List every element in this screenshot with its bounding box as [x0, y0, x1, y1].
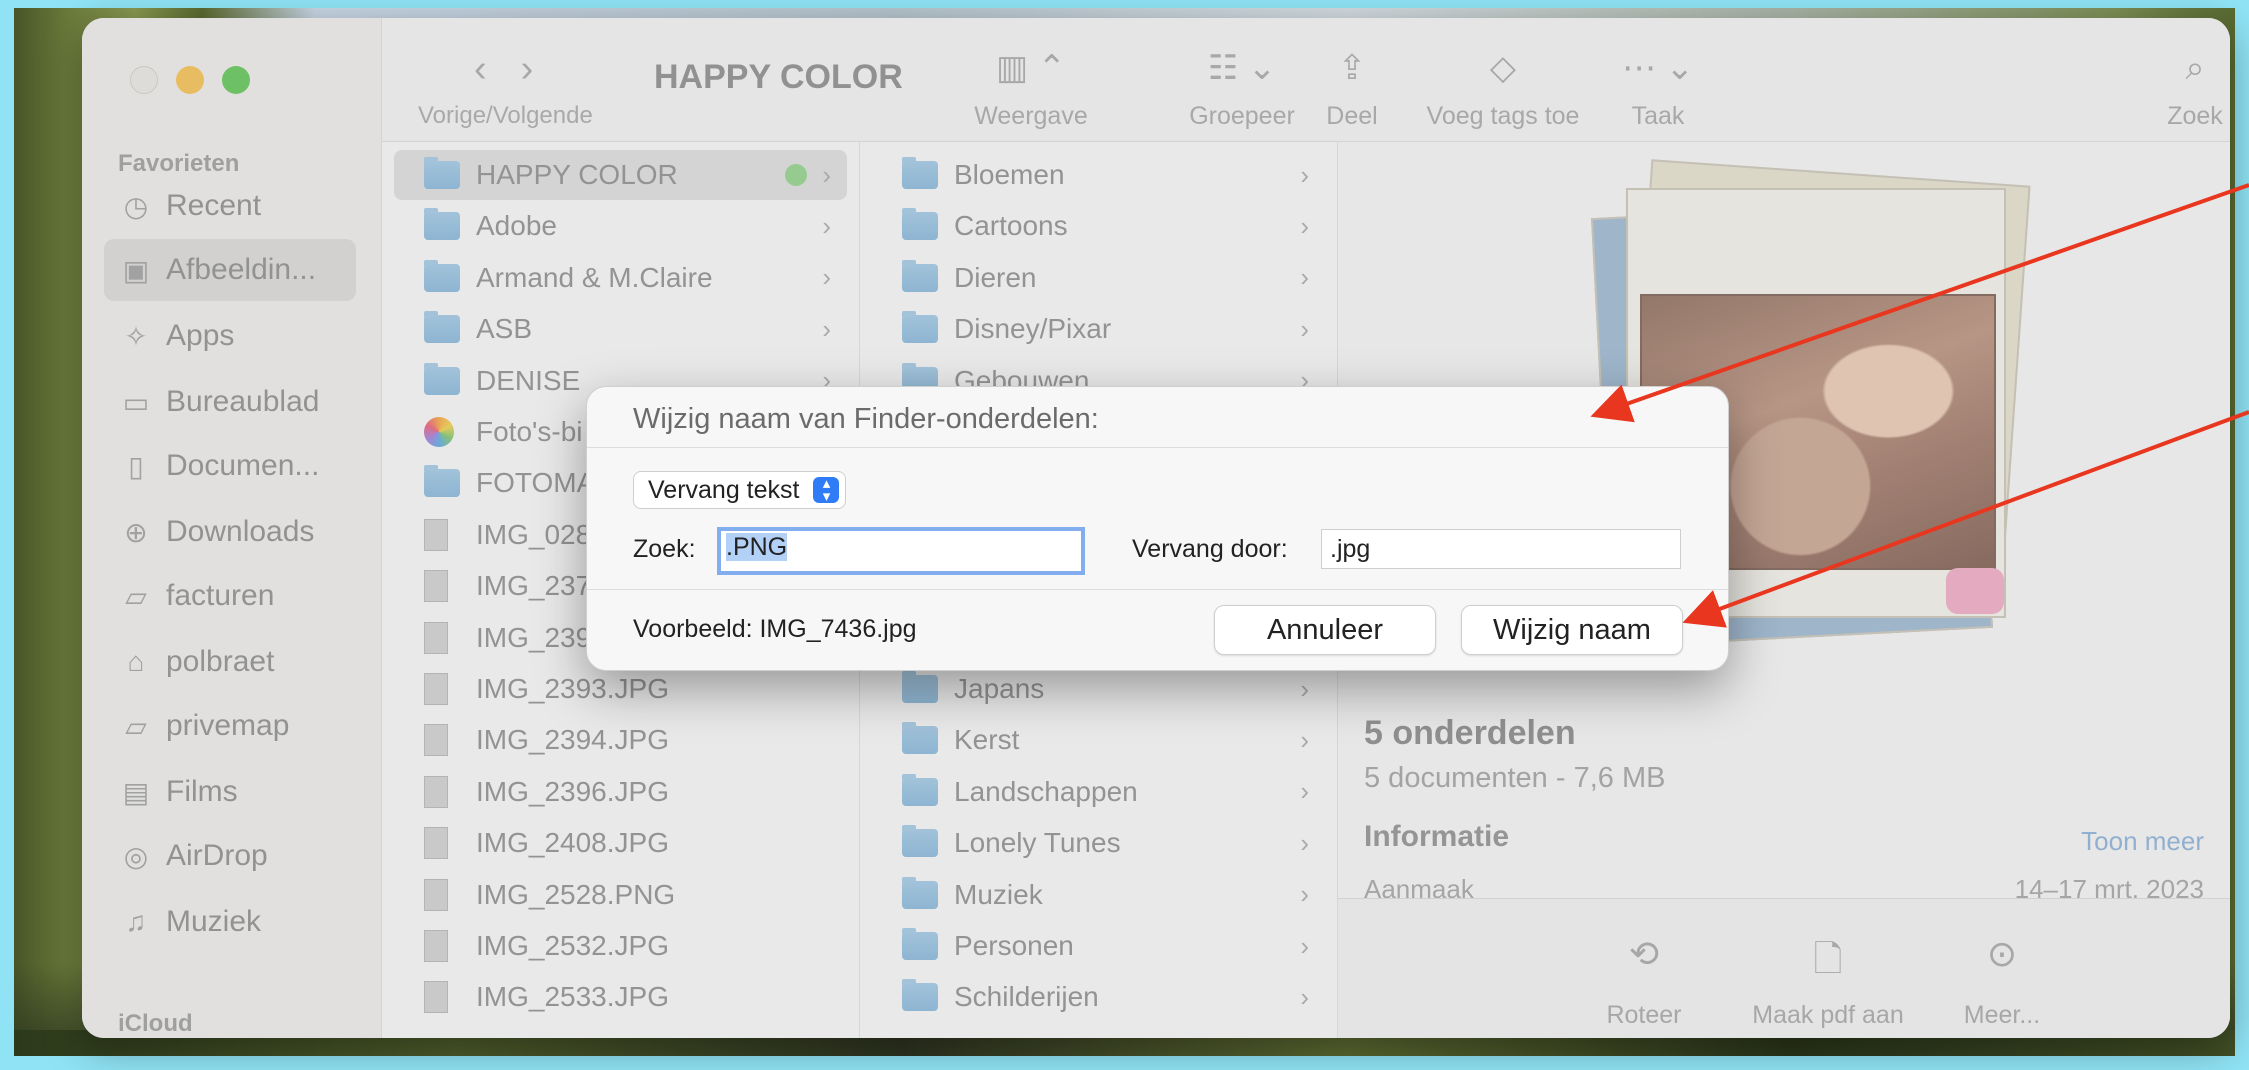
- cancel-button[interactable]: Annuleer: [1214, 605, 1436, 655]
- find-label: Zoek:: [633, 535, 696, 563]
- replace-field[interactable]: .jpg: [1321, 529, 1681, 569]
- chevron-updown-icon: ▴ ▾: [813, 476, 840, 504]
- find-field[interactable]: .PNG: [717, 527, 1085, 575]
- replace-label: Vervang door:: [1132, 535, 1288, 563]
- divider: [587, 447, 1728, 448]
- rename-button[interactable]: Wijzig naam: [1461, 605, 1683, 655]
- rename-mode-select[interactable]: Vervang tekst ▴ ▾: [633, 471, 847, 509]
- dialog-title: Wijzig naam van Finder-onderdelen:: [633, 403, 1099, 435]
- rename-preview: Voorbeeld: IMG_7436.jpg: [633, 615, 917, 643]
- rename-dialog: Wijzig naam van Finder-onderdelen: Verva…: [586, 386, 1729, 671]
- divider: [587, 589, 1728, 590]
